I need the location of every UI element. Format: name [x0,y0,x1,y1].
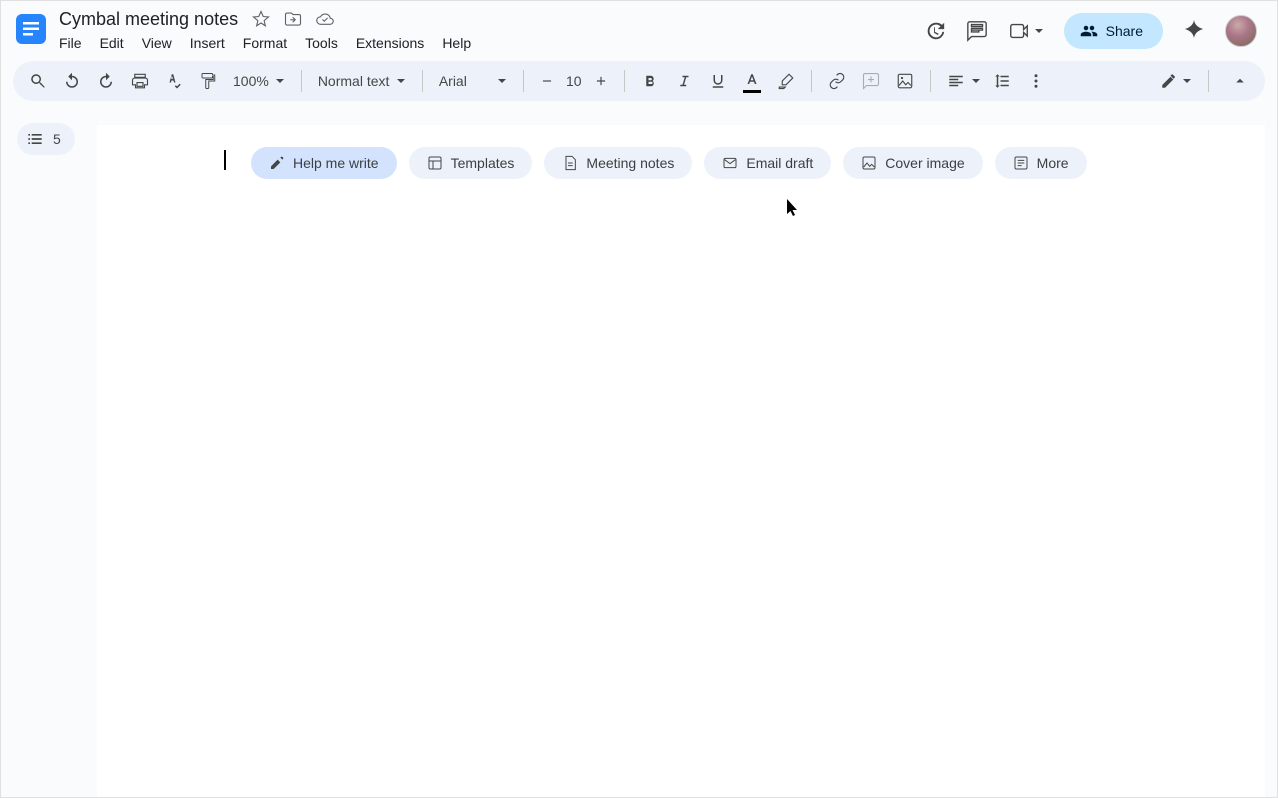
move-icon[interactable] [284,10,302,28]
caret-down-icon [497,73,507,89]
paragraph-style-dropdown[interactable]: Normal text [312,66,412,96]
chip-label: Cover image [885,155,964,171]
line-spacing-button[interactable] [987,66,1017,96]
outline-button[interactable]: 5 [17,123,75,155]
meet-button[interactable] [1008,20,1044,42]
underline-button[interactable] [703,66,733,96]
zoom-value: 100% [233,73,269,89]
menu-format[interactable]: Format [243,35,287,51]
pencil-icon [1160,72,1178,90]
bold-button[interactable] [635,66,665,96]
italic-button[interactable] [669,66,699,96]
menu-help[interactable]: Help [442,35,471,51]
chip-label: Email draft [746,155,813,171]
chip-label: Templates [451,155,515,171]
zoom-dropdown[interactable]: 100% [227,66,291,96]
document-icon [562,155,578,171]
redo-button[interactable] [91,66,121,96]
chip-cover-image[interactable]: Cover image [843,147,982,179]
outline-count: 5 [53,131,61,147]
caret-down-icon [396,73,406,89]
collapse-toolbar-button[interactable] [1225,66,1255,96]
caret-down-icon [1034,26,1044,36]
print-button[interactable] [125,66,155,96]
separator [523,70,524,92]
editing-mode-dropdown[interactable] [1160,72,1192,90]
separator [1208,70,1209,92]
align-left-icon [947,72,965,90]
font-size-increase[interactable] [588,68,614,94]
undo-button[interactable] [57,66,87,96]
add-comment-button[interactable] [856,66,886,96]
history-icon[interactable] [924,20,946,42]
image-icon [861,155,877,171]
highlight-button[interactable] [771,66,801,96]
mouse-pointer [787,199,801,222]
video-icon [1008,20,1030,42]
share-label: Share [1106,23,1143,39]
font-dropdown[interactable]: Arial [433,66,513,96]
chip-label: Meeting notes [586,155,674,171]
chip-email-draft[interactable]: Email draft [704,147,831,179]
separator [930,70,931,92]
font-value: Arial [439,73,467,89]
list-icon [25,129,45,149]
document-title[interactable]: Cymbal meeting notes [59,9,238,30]
separator [422,70,423,92]
caret-down-icon [275,73,285,89]
account-avatar[interactable] [1225,15,1257,47]
insert-link-button[interactable] [822,66,852,96]
more-format-button[interactable] [1021,66,1051,96]
comments-icon[interactable] [966,20,988,42]
people-icon [1080,22,1098,40]
separator [301,70,302,92]
menu-extensions[interactable]: Extensions [356,35,424,51]
menu-edit[interactable]: Edit [100,35,124,51]
menu-tools[interactable]: Tools [305,35,338,51]
templates-icon [427,155,443,171]
suggestion-chips: Help me write Templates Meeting notes Em… [251,147,1087,179]
chip-more[interactable]: More [995,147,1087,179]
toolbar: 100% Normal text Arial 10 [13,61,1265,101]
caret-down-icon [971,73,981,89]
insert-image-button[interactable] [890,66,920,96]
menu-insert[interactable]: Insert [190,35,225,51]
menubar: File Edit View Insert Format Tools Exten… [59,35,471,51]
font-size-value[interactable]: 10 [560,73,588,89]
gemini-icon[interactable] [1183,18,1205,45]
docs-logo-icon[interactable] [13,7,59,47]
font-size-decrease[interactable] [534,68,560,94]
text-cursor [224,150,226,170]
chip-label: Help me write [293,155,379,171]
spellcheck-button[interactable] [159,66,189,96]
separator [624,70,625,92]
paragraph-style-value: Normal text [318,73,390,89]
menu-file[interactable]: File [59,35,82,51]
cloud-saved-icon[interactable] [316,10,334,28]
caret-down-icon [1182,76,1192,86]
more-icon [1013,155,1029,171]
chip-templates[interactable]: Templates [409,147,533,179]
share-button[interactable]: Share [1064,13,1163,49]
search-menus-button[interactable] [23,66,53,96]
chip-meeting-notes[interactable]: Meeting notes [544,147,692,179]
align-dropdown[interactable] [941,66,983,96]
pencil-magic-icon [269,155,285,171]
star-icon[interactable] [252,10,270,28]
paint-format-button[interactable] [193,66,223,96]
chip-label: More [1037,155,1069,171]
chip-help-me-write[interactable]: Help me write [251,147,397,179]
menu-view[interactable]: View [142,35,172,51]
email-icon [722,155,738,171]
document-page[interactable] [97,125,1265,797]
text-color-button[interactable] [737,66,767,96]
separator [811,70,812,92]
